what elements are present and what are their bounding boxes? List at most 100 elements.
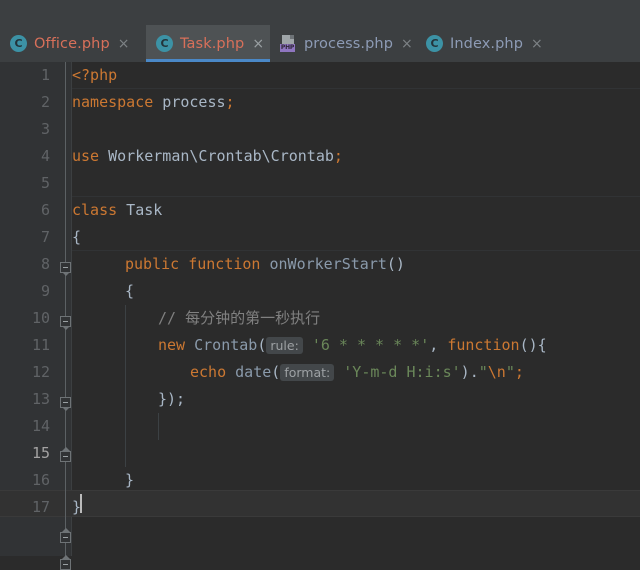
fold-marker-column[interactable] xyxy=(60,62,72,570)
current-line-bottom-border xyxy=(0,516,640,517)
class-icon-letter: C xyxy=(14,37,23,50)
tab-label: Office.php xyxy=(34,35,110,52)
token-namespace-name: process xyxy=(153,93,226,111)
token-keyword: public xyxy=(125,255,180,273)
token-keyword: new xyxy=(158,336,186,354)
close-icon[interactable]: × xyxy=(118,37,130,51)
code-line-2: namespace process; xyxy=(72,89,235,116)
fold-marker-closure-end[interactable] xyxy=(60,447,71,462)
close-icon[interactable]: × xyxy=(252,37,264,51)
line-number: 13 xyxy=(31,390,50,408)
php-file-icon-badge: PHP xyxy=(280,44,295,52)
tab-office-php[interactable]: C Office.php × xyxy=(0,25,146,62)
token-semicolon: ; xyxy=(225,93,235,111)
fold-marker-method[interactable] xyxy=(60,316,71,330)
current-line-highlight xyxy=(0,490,640,517)
parameter-hint-format: format: xyxy=(280,364,335,381)
code-line-9: { xyxy=(125,278,134,305)
php-class-icon: C xyxy=(156,35,173,52)
token-parens-brace: (){ xyxy=(519,336,547,354)
tab-process-php[interactable]: PHP process.php × xyxy=(270,25,416,62)
line-number: 6 xyxy=(40,201,50,219)
indent-guide xyxy=(125,305,126,467)
close-icon[interactable]: × xyxy=(401,37,413,51)
token-semicolon: ; xyxy=(514,363,524,381)
token-class-name: Crontab xyxy=(185,336,258,354)
editor-tab-bar: C Office.php × C Task.php × PHP process.… xyxy=(0,25,640,62)
line-number: 5 xyxy=(40,174,50,192)
phpstorm-window: C Office.php × C Task.php × PHP process.… xyxy=(0,0,640,570)
line-number: 1 xyxy=(40,66,50,84)
token-closure-close: }); xyxy=(158,390,186,408)
line-number: 2 xyxy=(40,93,50,111)
token-keyword: use xyxy=(72,147,100,165)
close-icon[interactable]: × xyxy=(531,37,543,51)
line-number: 4 xyxy=(40,147,50,165)
line-number: 9 xyxy=(40,282,50,300)
tab-label: Task.php xyxy=(180,35,245,52)
fold-marker-closure[interactable] xyxy=(60,397,71,411)
fold-marker-class[interactable] xyxy=(60,262,71,276)
token-string: '6 * * * * *' xyxy=(302,336,430,354)
indent-guide xyxy=(158,413,159,440)
php-file-icon-fold xyxy=(290,35,294,39)
code-line-13: }); xyxy=(158,386,185,413)
tab-index-php[interactable]: C Index.php × xyxy=(416,25,546,62)
line-number-current: 15 xyxy=(31,444,50,462)
tab-label: process.php xyxy=(304,35,394,52)
line-number: 10 xyxy=(31,309,50,327)
token-string-quote: " xyxy=(505,363,515,381)
line-number: 8 xyxy=(40,255,50,273)
fold-marker-class-end[interactable] xyxy=(60,555,71,570)
token-keyword: function xyxy=(179,255,261,273)
token-brace: { xyxy=(125,282,135,300)
current-line-top-border xyxy=(0,490,640,491)
token-keyword: echo xyxy=(190,363,227,381)
code-editor[interactable]: 1 2 3 4 5 6 7 8 9 10 11 12 13 14 15 16 1… xyxy=(0,62,640,570)
token-php-open: <?php xyxy=(72,66,118,84)
token-comma: , xyxy=(429,336,448,354)
token-brace: } xyxy=(125,471,135,489)
fold-marker-method-end[interactable] xyxy=(60,528,71,543)
token-class-name: Task xyxy=(117,201,163,219)
code-line-12: echo date(format: 'Y-m-d H:i:s')."\n"; xyxy=(190,359,524,386)
tab-label: Index.php xyxy=(450,35,524,52)
token-class-path: Workerman\Crontab\Crontab xyxy=(99,147,334,165)
line-number: 11 xyxy=(31,336,50,354)
line-number: 14 xyxy=(31,417,50,435)
code-line-4: use Workerman\Crontab\Crontab; xyxy=(72,143,343,170)
class-icon-letter: C xyxy=(160,37,169,50)
token-keyword: namespace xyxy=(72,93,154,111)
php-file-icon: PHP xyxy=(280,35,297,52)
tab-task-php[interactable]: C Task.php × xyxy=(146,25,270,62)
php-badge-text: PHP xyxy=(280,44,295,51)
code-line-7: { xyxy=(72,224,81,251)
token-keyword: class xyxy=(72,201,118,219)
token-brace: { xyxy=(72,228,82,246)
line-number: 12 xyxy=(31,363,50,381)
class-icon-letter: C xyxy=(430,37,439,50)
token-semicolon: ; xyxy=(333,147,343,165)
code-line-10: // 每分钟的第一秒执行 xyxy=(158,305,320,332)
code-line-8: public function onWorkerStart() xyxy=(125,251,405,278)
php-class-icon: C xyxy=(10,35,27,52)
line-number: 7 xyxy=(40,228,50,246)
token-method-name: onWorkerStart xyxy=(260,255,387,273)
token-string-quote: " xyxy=(478,363,488,381)
parameter-hint-rule: rule: xyxy=(266,337,303,354)
php-class-icon: C xyxy=(426,35,443,52)
fold-guide-line xyxy=(65,62,66,556)
token-parens: () xyxy=(386,255,405,273)
token-string: 'Y-m-d H:i:s' xyxy=(334,363,461,381)
code-line-11: new Crontab(rule: '6 * * * * *', functio… xyxy=(158,332,547,359)
code-line-6: class Task xyxy=(72,197,162,224)
line-number: 3 xyxy=(40,120,50,138)
line-number: 16 xyxy=(31,471,50,489)
code-line-16: } xyxy=(125,467,134,494)
token-comment: // 每分钟的第一秒执行 xyxy=(158,309,321,327)
window-top-strip xyxy=(0,0,640,25)
token-escape: \n xyxy=(487,363,506,381)
text-caret xyxy=(80,494,82,513)
token-keyword: function xyxy=(447,336,520,354)
code-line-1: <?php xyxy=(72,62,117,89)
